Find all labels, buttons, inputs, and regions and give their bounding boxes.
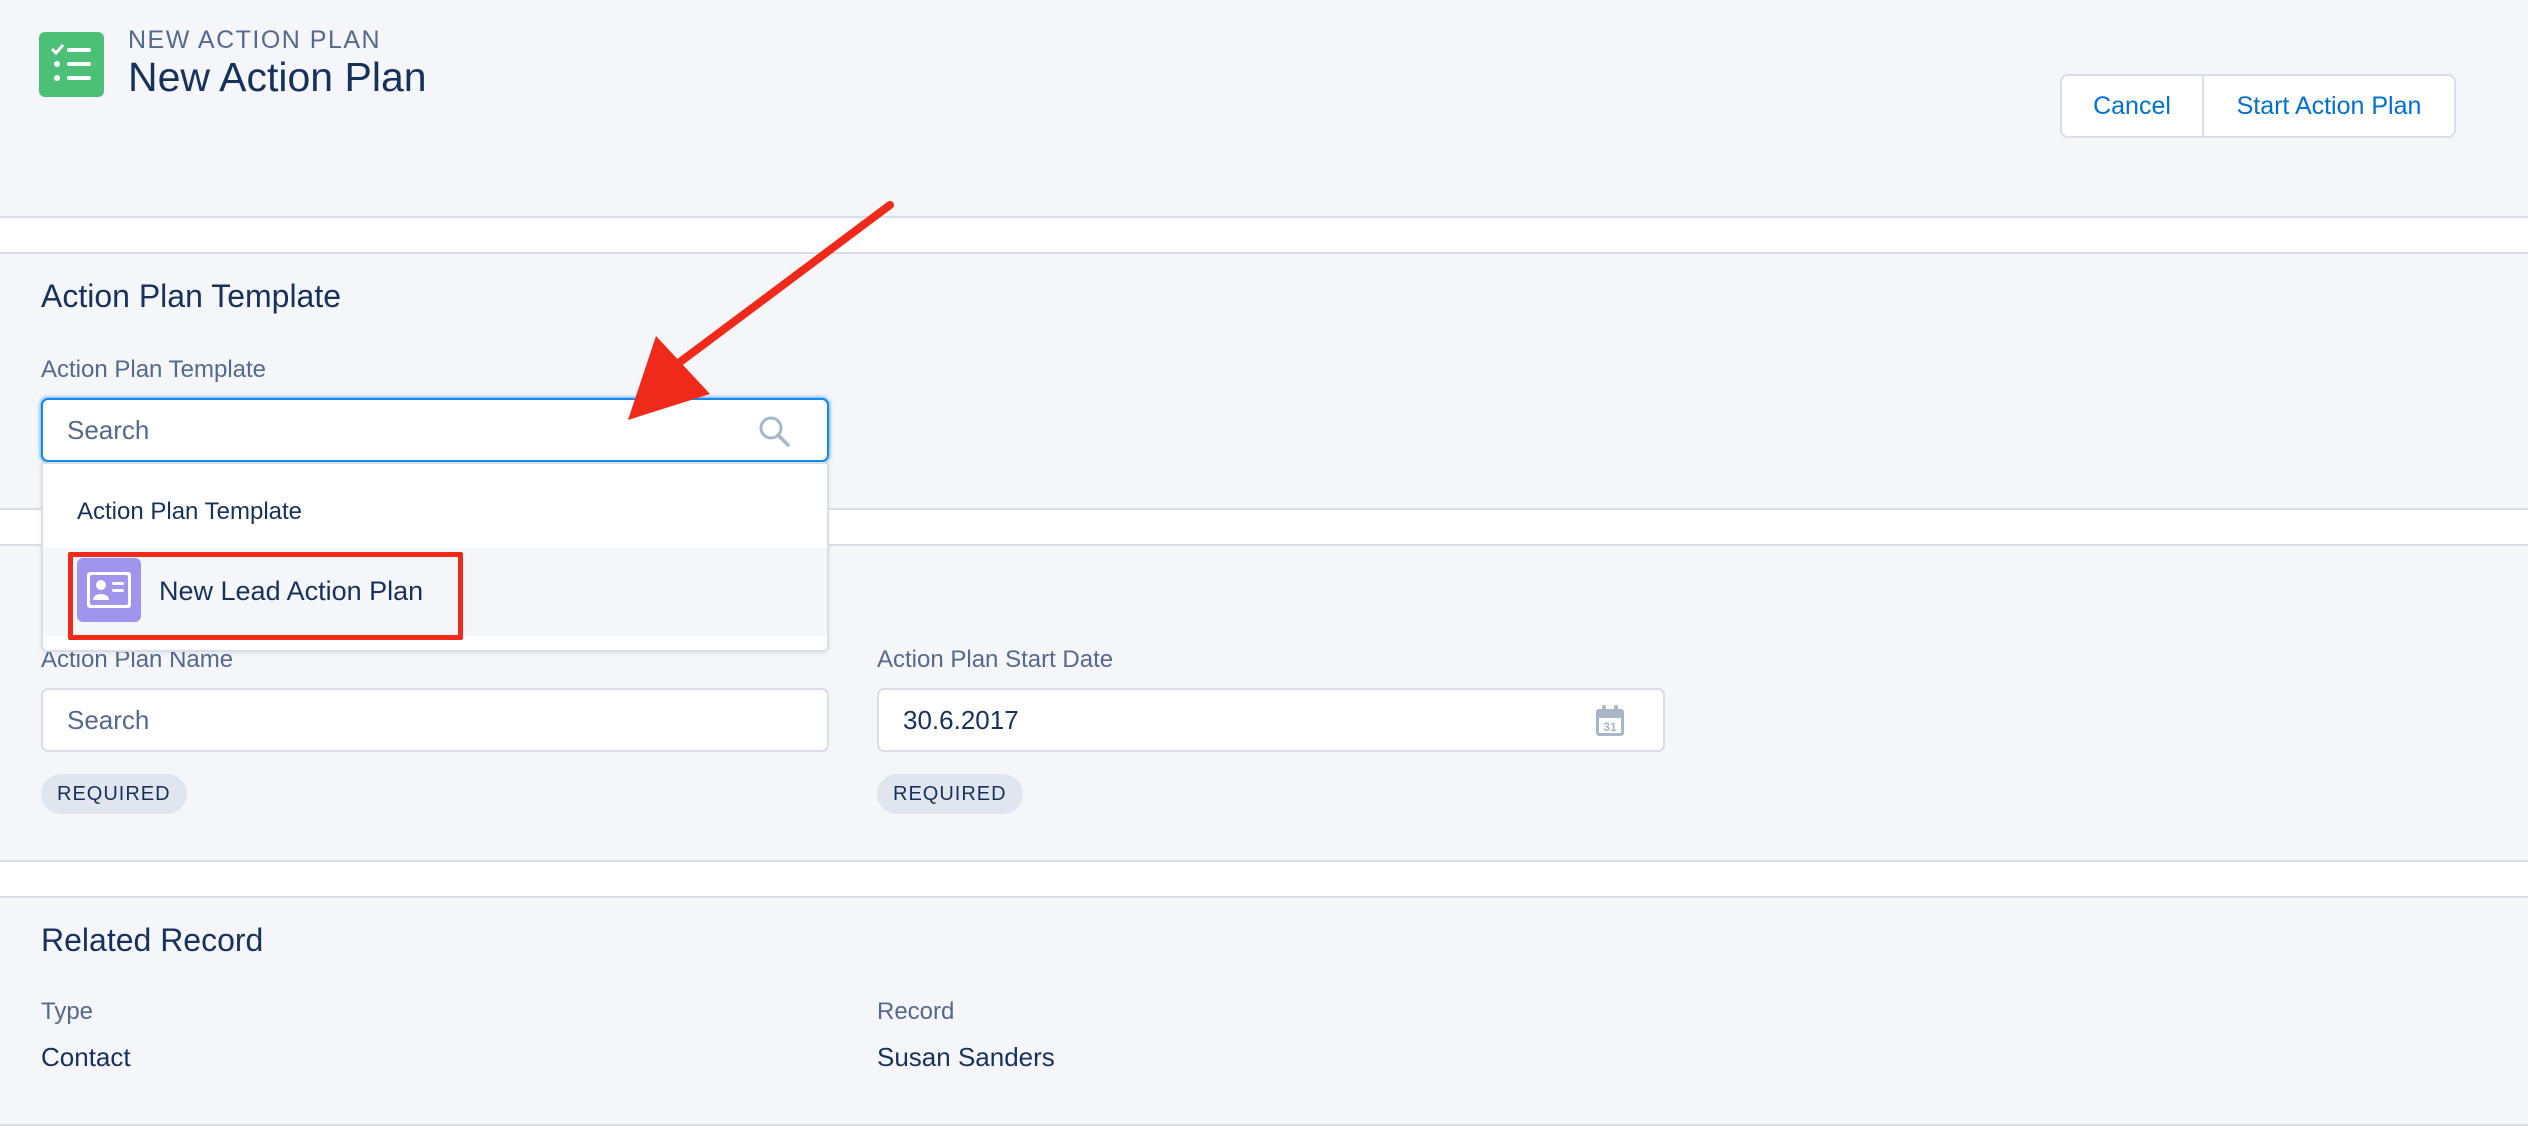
start-date-label: Action Plan Start Date xyxy=(877,646,1114,673)
start-date-required-badge: REQUIRED xyxy=(877,774,1023,814)
name-required-badge: REQUIRED xyxy=(41,774,187,814)
template-search-input[interactable]: Search xyxy=(41,398,829,462)
related-record-card: Related Record Type Contact Record Susan… xyxy=(0,896,2528,1126)
action-plan-checklist-icon xyxy=(39,32,104,97)
start-date-value: 30.6.2017 xyxy=(903,705,1019,735)
annotation-highlight-box xyxy=(68,552,463,640)
start-date-input[interactable]: 30.6.2017 31 xyxy=(877,688,1665,752)
record-value-link[interactable]: Susan Sanders xyxy=(877,1042,1055,1073)
section-title-template: Action Plan Template xyxy=(41,278,342,314)
action-plan-name-placeholder: Search xyxy=(67,705,150,735)
page-eyebrow: NEW ACTION PLAN xyxy=(128,26,382,54)
template-field-label: Action Plan Template xyxy=(41,356,267,383)
section-spacer xyxy=(0,862,2528,896)
calendar-day-text: 31 xyxy=(1603,720,1617,734)
page-header: NEW ACTION PLAN New Action Plan Cancel S… xyxy=(0,0,2528,218)
section-title-related: Related Record xyxy=(41,922,264,958)
dropdown-group-header: Action Plan Template xyxy=(77,498,303,525)
cancel-button[interactable]: Cancel xyxy=(2062,76,2204,136)
page-title: New Action Plan xyxy=(128,54,427,100)
type-value: Contact xyxy=(41,1042,131,1072)
calendar-icon[interactable]: 31 xyxy=(1594,704,1626,743)
section-spacer xyxy=(0,218,2528,252)
search-icon[interactable] xyxy=(757,414,791,453)
template-search-placeholder: Search xyxy=(67,415,150,445)
start-action-plan-button[interactable]: Start Action Plan xyxy=(2204,76,2454,136)
page-bottom-spacer xyxy=(0,1126,2528,1140)
header-button-group: Cancel Start Action Plan xyxy=(2060,74,2456,138)
type-label: Type xyxy=(41,998,94,1025)
record-label: Record xyxy=(877,998,955,1025)
action-plan-name-input[interactable]: Search xyxy=(41,688,829,752)
